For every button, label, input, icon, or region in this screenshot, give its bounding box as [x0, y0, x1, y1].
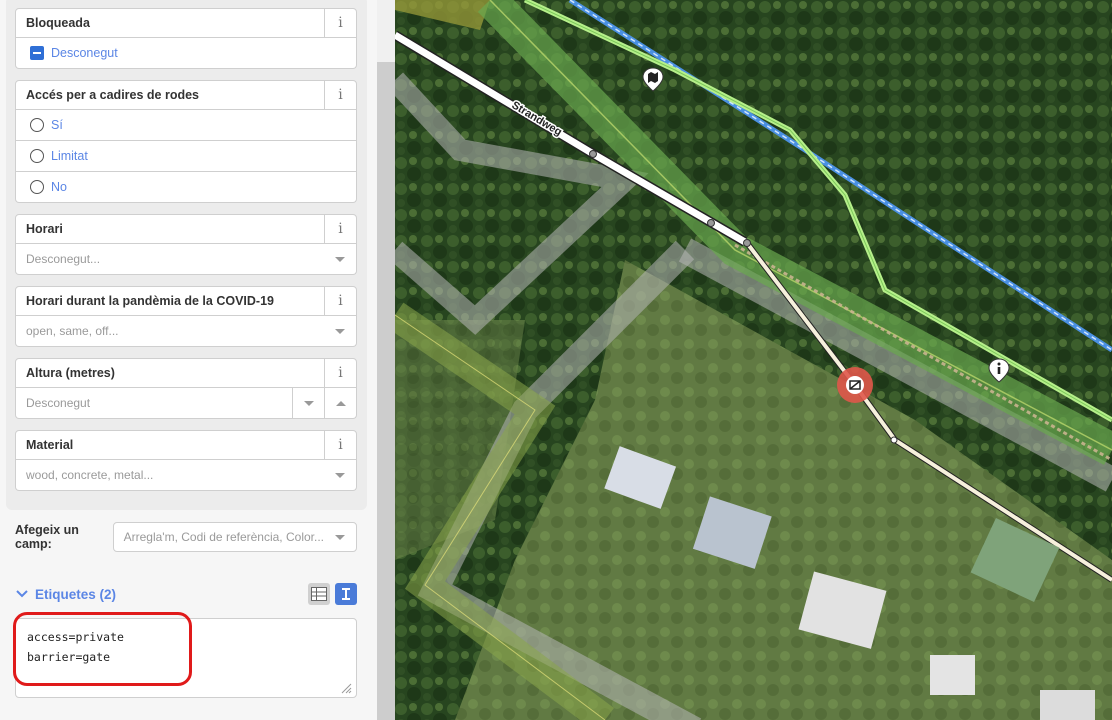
chevron-down-icon[interactable] — [324, 460, 356, 490]
radio-icon[interactable] — [30, 118, 44, 132]
field-label: Altura (metres) — [26, 366, 115, 380]
field-locked: Bloqueada i Desconegut — [15, 8, 357, 69]
scrollbar-thumb[interactable] — [377, 62, 395, 720]
text-view-icon[interactable] — [335, 583, 357, 605]
combo-input[interactable]: open, same, off... — [16, 324, 324, 338]
opening-hours-combo[interactable]: Desconegut... — [15, 244, 357, 275]
field-covid-hours: Horari durant la pandèmia de la COVID-19… — [15, 286, 357, 347]
field-material: Material i wood, concrete, metal... — [15, 430, 357, 491]
radio-icon[interactable] — [30, 149, 44, 163]
info-icon[interactable]: i — [324, 215, 356, 243]
tags-section-header[interactable]: Etiquetes (2) — [15, 583, 357, 605]
field-label: Accés per a cadires de rodes — [26, 88, 200, 102]
tags-textarea[interactable]: access=private barrier=gate — [15, 618, 357, 698]
radio-label[interactable]: Limitat — [51, 149, 88, 163]
map-vertex[interactable] — [707, 219, 715, 227]
add-field-label: Afegeix un camp: — [15, 523, 79, 551]
field-label: Material — [26, 438, 74, 452]
building — [1040, 690, 1095, 720]
radio-option-limited[interactable]: Limitat — [15, 141, 357, 172]
field-label: Horari durant la pandèmia de la COVID-19 — [26, 294, 274, 308]
field-header: Horari durant la pandèmia de la COVID-19… — [15, 286, 357, 316]
field-opening-hours: Horari i Desconegut... — [15, 214, 357, 275]
add-field-input[interactable]: Arregla'm, Codi de referència, Color... — [114, 530, 324, 544]
chevron-down-icon[interactable] — [324, 523, 356, 551]
field-header: Altura (metres) i — [15, 358, 357, 388]
field-header: Horari i — [15, 214, 357, 244]
info-icon[interactable]: i — [324, 9, 356, 37]
radio-option-no[interactable]: No — [15, 172, 357, 203]
building — [930, 655, 975, 695]
info-icon[interactable]: i — [324, 81, 356, 109]
resize-grip-icon[interactable] — [340, 682, 352, 694]
map-vertex[interactable] — [890, 436, 898, 444]
chevron-down-icon[interactable] — [324, 316, 356, 346]
field-wheelchair: Accés per a cadires de rodes i Sí Limita… — [15, 80, 357, 203]
number-input[interactable]: Desconegut — [16, 396, 292, 410]
radio-label[interactable]: Sí — [51, 118, 63, 132]
map-vertex[interactable] — [589, 150, 597, 158]
field-header: Material i — [15, 430, 357, 460]
inspector-sidebar: Bloqueada i Desconegut Accés per a cadir… — [0, 0, 377, 720]
map-vertex[interactable] — [743, 239, 751, 247]
combo-input[interactable]: wood, concrete, metal... — [16, 468, 324, 482]
field-height: Altura (metres) i Desconegut — [15, 358, 357, 419]
tags-title[interactable]: Etiquetes (2) — [35, 587, 303, 602]
map-view[interactable]: Strandweg — [395, 0, 1112, 720]
add-field-combo[interactable]: Arregla'm, Codi de referència, Color... — [112, 522, 357, 552]
combo-input[interactable]: Desconegut... — [16, 252, 324, 266]
height-number-input[interactable]: Desconegut — [15, 388, 357, 419]
field-header: Bloqueada i — [15, 8, 357, 38]
radio-label[interactable]: No — [51, 180, 67, 194]
material-combo[interactable]: wood, concrete, metal... — [15, 460, 357, 491]
minus-checkbox-icon[interactable] — [30, 46, 44, 60]
field-label: Horari — [26, 222, 63, 236]
info-icon[interactable]: i — [324, 359, 356, 387]
add-field-row: Afegeix un camp: Arregla'm, Codi de refe… — [15, 522, 357, 552]
locked-checkbox-row[interactable]: Desconegut — [15, 38, 357, 69]
gate-icon[interactable] — [837, 367, 873, 403]
checkbox-label[interactable]: Desconegut — [51, 46, 118, 60]
covid-hours-combo[interactable]: open, same, off... — [15, 316, 357, 347]
radio-icon[interactable] — [30, 180, 44, 194]
radio-option-yes[interactable]: Sí — [15, 110, 357, 141]
field-header: Accés per a cadires de rodes i — [15, 80, 357, 110]
decrement-icon[interactable] — [292, 388, 324, 418]
info-icon[interactable]: i — [324, 431, 356, 459]
increment-icon[interactable] — [324, 388, 356, 418]
list-view-icon[interactable] — [308, 583, 330, 605]
info-icon[interactable]: i — [324, 287, 356, 315]
chevron-down-icon[interactable] — [15, 587, 29, 601]
chevron-down-icon[interactable] — [324, 244, 356, 274]
map-canvas[interactable]: Strandweg — [395, 0, 1112, 720]
field-label: Bloqueada — [26, 16, 90, 30]
